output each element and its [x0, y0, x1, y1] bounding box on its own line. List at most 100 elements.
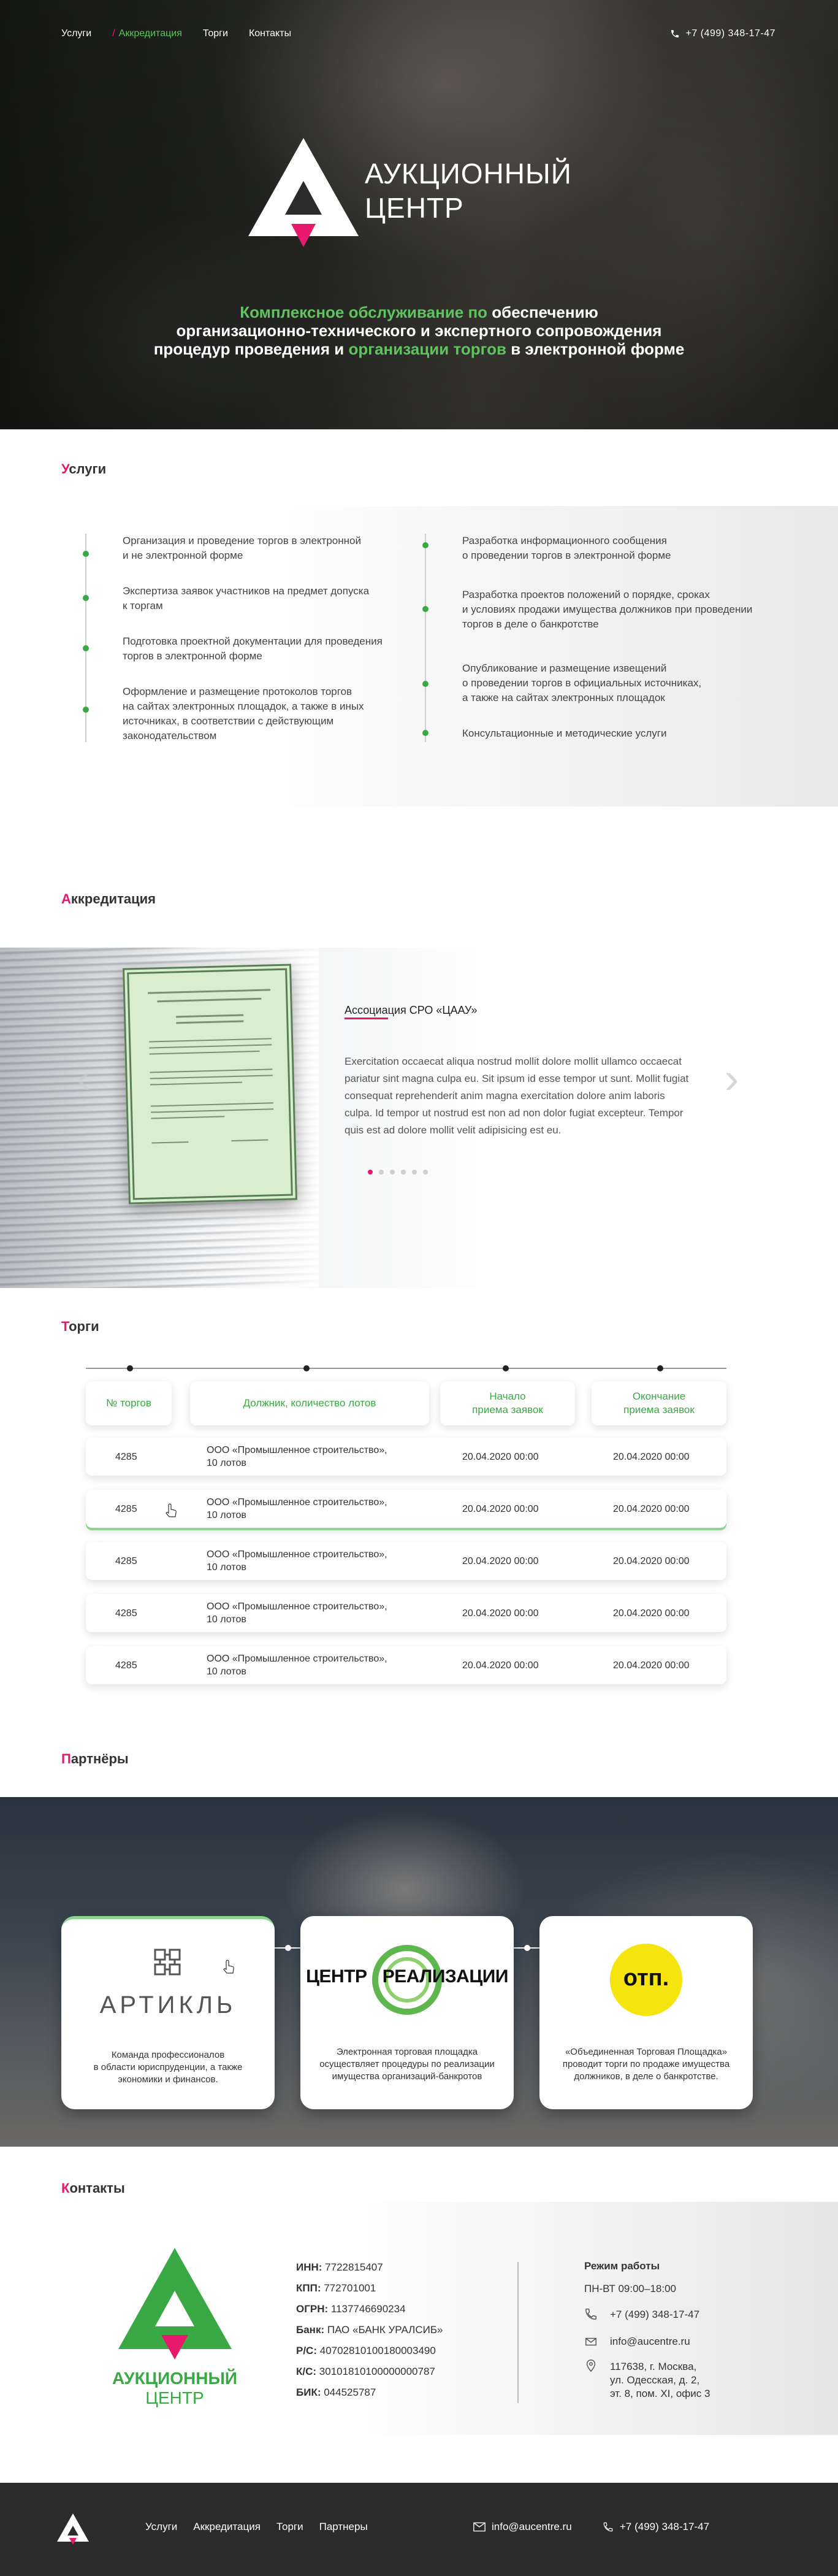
requisite-label: Р/С:: [296, 2345, 317, 2356]
hand-cursor-icon: [166, 1503, 177, 1517]
footer-email-text: info@aucentre.ru: [492, 2521, 572, 2532]
centr-logo-text: ЦЕНТР · РЕАЛИЗАЦИИ: [300, 1966, 514, 1987]
nav-item-contacts[interactable]: Контакты: [249, 28, 291, 39]
table-header-end[interactable]: Окончание приема заявок: [592, 1381, 726, 1425]
table-header-number[interactable]: № торгов: [86, 1381, 172, 1425]
accreditation-description: Exercitation occaecat aliqua nostrud mol…: [345, 1056, 689, 1136]
partner-description: Электронная торговая площадка осуществля…: [319, 2047, 495, 2082]
service-item: Консультационные и методические услуги: [462, 727, 667, 739]
hero-sub-white-3b: в электронной форме: [506, 340, 685, 358]
cell-start: 20.04.2020 00:00: [462, 1608, 539, 1619]
hours-title: Режим работы: [584, 2260, 660, 2272]
footer-nav-torgi[interactable]: Торги: [276, 2521, 303, 2533]
requisite-value: 7722815407: [325, 2261, 383, 2273]
table-row[interactable]: 4285 ООО «Промышленное строительство», 1…: [86, 1542, 726, 1580]
slider-dot[interactable]: [423, 1170, 428, 1175]
partners-connector-dot: [285, 1945, 291, 1951]
service-item: Опубликование и размещение извещений о п…: [462, 662, 702, 703]
header-dot: [503, 1365, 509, 1371]
cell-start: 20.04.2020 00:00: [462, 1555, 539, 1566]
certificate-line: [157, 997, 262, 1003]
contacts-email-link[interactable]: info@aucentre.ru: [610, 2336, 690, 2348]
footer-logo-icon[interactable]: [57, 2513, 89, 2545]
slider-dot[interactable]: [401, 1170, 406, 1175]
timeline-dot: [422, 730, 429, 736]
partners-connector-dot: [524, 1945, 530, 1951]
timeline-dot: [422, 542, 429, 548]
certificate-image[interactable]: [123, 964, 297, 1205]
otp-logo-text: отп.: [623, 1965, 669, 1991]
requisite-label: ОГРН:: [296, 2303, 329, 2315]
footer-nav-partners[interactable]: Партнеры: [319, 2521, 368, 2533]
cell-number: 4285: [115, 1608, 137, 1619]
header-dot: [657, 1365, 663, 1371]
contacts-logo-text: АУКЦИОННЫЙ ЦЕНТР: [86, 2369, 264, 2408]
hero-logo-line2: ЦЕНТР: [365, 192, 464, 224]
contacts-address: 117638, г. Москва, ул. Одесская, д. 2, э…: [610, 2361, 710, 2399]
cell-end: 20.04.2020 00:00: [613, 1503, 690, 1514]
certificate-line: [149, 1038, 272, 1043]
timeline-dot: [422, 681, 429, 687]
footer-phone-link[interactable]: +7 (499) 348-17-47: [603, 2521, 709, 2533]
header-phone-link[interactable]: +7 (499) 348-17-47: [670, 28, 775, 39]
certificate-line: [150, 1068, 273, 1073]
slider-dot-active[interactable]: [368, 1170, 373, 1175]
requisite-value: 40702810100180003490: [319, 2345, 436, 2356]
partner-card-artikl[interactable]: АРТИКЛЬ Команда профессионалов в области…: [61, 1916, 275, 2109]
table-header-debtor[interactable]: Должник, количество лотов: [190, 1381, 429, 1425]
partners-title: Партнёры: [61, 1751, 129, 1767]
nav-item-torgi[interactable]: Торги: [203, 28, 228, 39]
contacts-title: Контакты: [61, 2180, 125, 2196]
footer-email-link[interactable]: info@aucentre.ru: [473, 2521, 572, 2533]
timeline-dot: [83, 707, 89, 713]
accreditation-title-rest: ккредитация: [70, 891, 156, 907]
certificate-line: [149, 1044, 272, 1049]
requisite-label: БИК:: [296, 2386, 321, 2398]
table-row[interactable]: 4285 ООО «Промышленное строительство», 1…: [86, 1438, 726, 1476]
slider-dot[interactable]: [379, 1170, 384, 1175]
slider-prev-arrow[interactable]: ‹: [77, 1057, 91, 1100]
cell-end: 20.04.2020 00:00: [613, 1660, 690, 1671]
hand-cursor-icon: [223, 1960, 234, 1974]
accreditation-name-rest: ция СРО «ЦААУ»: [387, 1004, 478, 1016]
cell-debtor: ООО «Промышленное строительство», 10 лот…: [207, 1549, 387, 1573]
artikl-logo-text: АРТИКЛЬ: [99, 1991, 237, 2018]
cell-number: 4285: [115, 1503, 137, 1514]
contacts-logo-line2: ЦЕНТР: [145, 2388, 204, 2407]
centr-logo-b: РЕАЛИЗАЦИИ: [382, 1966, 509, 1987]
cell-start: 20.04.2020 00:00: [462, 1503, 539, 1514]
services-title-first: У: [61, 461, 69, 477]
footer-nav-accreditation[interactable]: Аккредитация: [193, 2521, 261, 2533]
slider-dot[interactable]: [412, 1170, 417, 1175]
contacts-phone-link[interactable]: +7 (499) 348-17-47: [610, 2309, 699, 2321]
accreditation-title: Аккредитация: [61, 891, 156, 907]
table-row[interactable]: 4285 ООО «Промышленное строительство», 1…: [86, 1490, 726, 1528]
slider-next-arrow[interactable]: ›: [725, 1057, 739, 1100]
certificate-line: [151, 1108, 274, 1113]
mail-icon: [473, 2522, 486, 2532]
timeline-dot: [422, 606, 429, 612]
requisite-row: ИНН: 7722815407: [296, 2257, 443, 2278]
table-row[interactable]: 4285 ООО «Промышленное строительство», 1…: [86, 1594, 726, 1632]
table-header-start[interactable]: Начало приема заявок: [440, 1381, 575, 1425]
cell-number: 4285: [115, 1451, 137, 1462]
hero-logo-text: АУКЦИОННЫЙ ЦЕНТР: [365, 156, 572, 225]
partner-card-otp[interactable]: отп. «Объединенная Торговая Площадка» пр…: [539, 1916, 753, 2109]
hero-sub-white-3a: процедур проведения и: [153, 340, 349, 358]
table-row[interactable]: 4285 ООО «Промышленное строительство», 1…: [86, 1646, 726, 1684]
accreditation-org-name: Ассоциация СРО «ЦААУ»: [345, 1004, 478, 1019]
nav-item-accreditation[interactable]: / Аккредитация: [112, 28, 182, 39]
contacts-logo-line1: АУКЦИОННЫЙ: [112, 2369, 237, 2388]
torgi-title-rest: орги: [69, 1319, 99, 1334]
cell-end: 20.04.2020 00:00: [613, 1555, 690, 1566]
requisite-label: К/С:: [296, 2366, 317, 2377]
requisite-value: 1137746690234: [330, 2303, 406, 2315]
slider-dot[interactable]: [390, 1170, 395, 1175]
certificate-line: [176, 1020, 244, 1024]
header-phone-text: +7 (499) 348-17-47: [685, 28, 775, 39]
footer-nav-services[interactable]: Услуги: [145, 2521, 177, 2533]
partner-card-centr-realizacii[interactable]: ЦЕНТР · РЕАЛИЗАЦИИ Электронная торговая …: [300, 1916, 514, 2109]
hero-sub-green-3: организации торгов: [348, 340, 506, 358]
requisite-row: Банк: ПАО «БАНК УРАЛСИБ»: [296, 2320, 443, 2340]
nav-item-services[interactable]: Услуги: [61, 28, 91, 39]
